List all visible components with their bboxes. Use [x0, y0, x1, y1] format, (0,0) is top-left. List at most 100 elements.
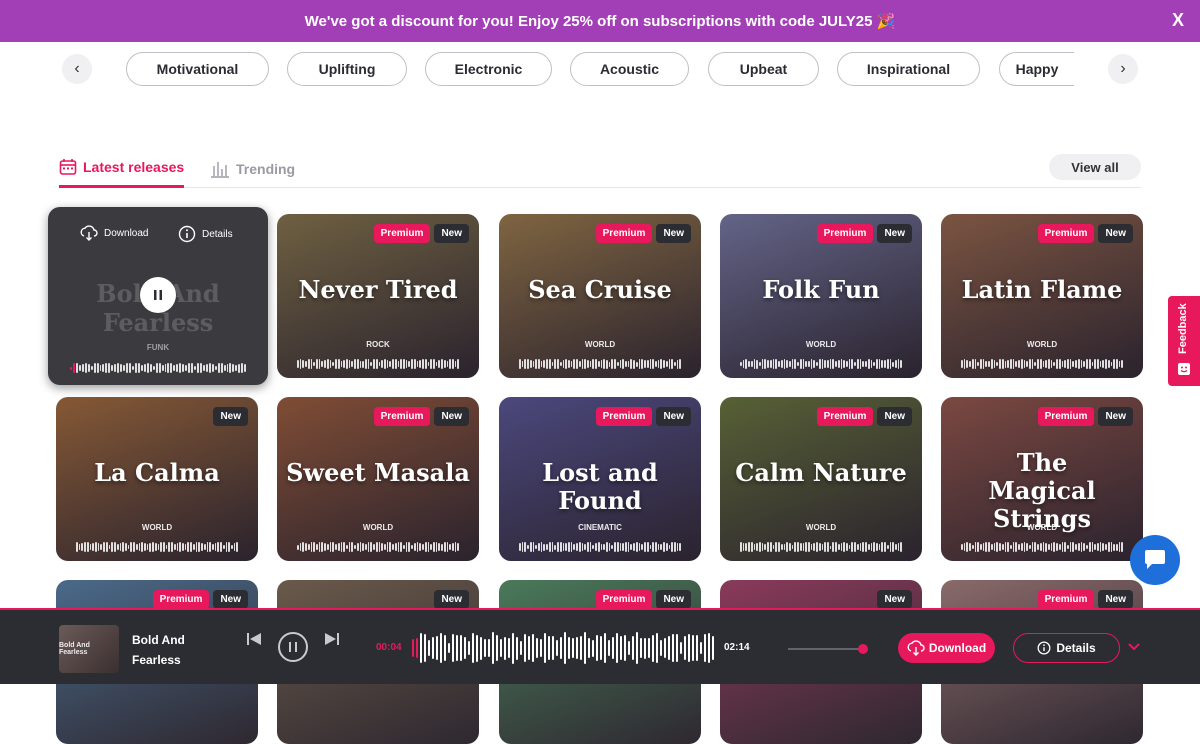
genre-chip[interactable]: Acoustic — [570, 52, 689, 86]
genre-chip[interactable]: Electronic — [425, 52, 552, 86]
wave-bar — [432, 542, 435, 552]
wave-bar — [780, 543, 783, 551]
pause-button[interactable] — [278, 632, 308, 662]
wave-bar — [974, 542, 977, 552]
next-track-icon[interactable] — [324, 632, 340, 651]
wave-bar — [1086, 359, 1088, 369]
wave-bar — [120, 364, 123, 372]
chevron-down-icon[interactable] — [1128, 638, 1140, 654]
card-waveform[interactable] — [76, 542, 239, 552]
wave-bar — [856, 359, 859, 369]
wave-bar — [397, 542, 400, 552]
wave-bar — [665, 361, 668, 367]
wave-bar — [405, 542, 408, 552]
track-card[interactable]: Premium New Never Tired ROCK — [277, 214, 479, 378]
premium-badge: Premium — [373, 224, 431, 243]
track-card[interactable]: Premium New Calm Nature WORLD — [720, 397, 922, 561]
wave-bar — [1067, 359, 1069, 369]
premium-badge: Premium — [1037, 407, 1095, 426]
card-waveform[interactable] — [961, 359, 1124, 369]
card-waveform[interactable] — [519, 359, 682, 369]
card-waveform[interactable] — [70, 363, 247, 373]
wave-bar — [411, 359, 413, 369]
wave-bar — [299, 543, 302, 551]
genre-chip[interactable]: Uplifting — [287, 52, 407, 86]
track-card[interactable]: Premium New Sweet Masala WORLD — [277, 397, 479, 561]
wave-bar — [652, 634, 654, 662]
close-icon[interactable]: X — [1172, 10, 1184, 31]
wave-bar — [627, 542, 630, 552]
track-card[interactable]: Premium New Lost and Found CINEMATIC — [499, 397, 701, 561]
wave-bar — [164, 363, 167, 373]
chat-button[interactable] — [1130, 535, 1180, 585]
genre-chip[interactable]: Happy — [999, 52, 1074, 86]
track-card-hovered[interactable]: Bold And Fearless Download Details FUNK — [48, 207, 268, 385]
wave-bar — [1105, 543, 1107, 551]
wave-bar — [786, 359, 788, 369]
track-card[interactable]: Premium New Latin Flame WORLD — [941, 214, 1143, 378]
card-details-button[interactable]: Details — [178, 225, 233, 243]
new-badge: New — [434, 590, 469, 609]
wave-bar — [805, 542, 807, 552]
tab-trending[interactable]: Trending — [210, 150, 295, 187]
track-card[interactable]: Premium New The Magical Strings WORLD — [941, 397, 1143, 561]
wave-bar — [1083, 543, 1086, 551]
wave-bar — [532, 633, 534, 663]
genre-chip[interactable]: Motivational — [126, 52, 269, 86]
current-time: 00:04 — [376, 642, 402, 653]
wave-bar — [856, 543, 859, 551]
card-waveform[interactable] — [961, 542, 1124, 552]
wave-bar — [573, 359, 576, 369]
chevron-right-icon[interactable]: › — [1108, 54, 1138, 84]
wave-bar — [400, 359, 403, 369]
card-waveform[interactable] — [740, 359, 903, 369]
pause-icon[interactable] — [140, 277, 176, 313]
wave-bar — [791, 359, 794, 369]
wave-bar — [435, 361, 438, 367]
genre-chip[interactable]: Upbeat — [708, 52, 819, 86]
card-waveform[interactable] — [519, 542, 682, 552]
wave-bar — [78, 543, 81, 551]
genre-chip[interactable]: Inspirational — [837, 52, 980, 86]
wave-bar — [595, 542, 597, 552]
wave-bar — [152, 365, 155, 371]
player-download-button[interactable]: Download — [898, 633, 995, 663]
track-card[interactable]: Premium New Folk Fun WORLD — [720, 214, 922, 378]
wave-bar — [232, 363, 235, 373]
wave-bar — [419, 543, 422, 551]
track-card[interactable]: Premium New Sea Cruise WORLD — [499, 214, 701, 378]
card-waveform[interactable] — [740, 542, 903, 552]
track-card[interactable]: New La Calma WORLD — [56, 397, 258, 561]
wave-bar — [680, 642, 682, 654]
wave-bar — [807, 542, 810, 552]
feedback-tab[interactable]: Feedback — [1168, 296, 1200, 386]
wave-bar — [597, 542, 600, 552]
wave-bar — [843, 359, 846, 369]
card-waveform[interactable] — [297, 359, 460, 369]
view-all-button[interactable]: View all — [1049, 154, 1141, 180]
chevron-left-icon[interactable]: ‹ — [62, 54, 92, 84]
wave-bar — [750, 542, 753, 552]
wave-bar — [606, 542, 608, 552]
tab-latest-releases[interactable]: Latest releases — [59, 150, 185, 188]
wave-bar — [238, 363, 241, 373]
wave-bar — [1091, 362, 1094, 366]
wave-bar — [364, 544, 367, 550]
wave-bar — [427, 542, 430, 552]
wave-bar — [1048, 544, 1050, 550]
card-download-button[interactable]: Download — [80, 225, 148, 241]
wave-bar — [140, 365, 143, 371]
volume-slider[interactable] — [788, 644, 868, 654]
wave-bar — [326, 359, 329, 369]
card-waveform[interactable] — [297, 542, 460, 552]
volume-knob[interactable] — [858, 644, 868, 654]
player-waveform[interactable] — [412, 628, 716, 668]
wave-bar — [606, 359, 608, 369]
genre-chips: ‹ Motivational Uplifting Electronic Acou… — [62, 52, 1138, 86]
wave-bar — [900, 360, 903, 368]
previous-track-icon[interactable] — [246, 632, 262, 651]
wave-bar — [340, 542, 343, 552]
wave-bar — [656, 632, 658, 664]
wave-bar — [604, 633, 606, 663]
player-details-button[interactable]: Details — [1013, 633, 1120, 663]
